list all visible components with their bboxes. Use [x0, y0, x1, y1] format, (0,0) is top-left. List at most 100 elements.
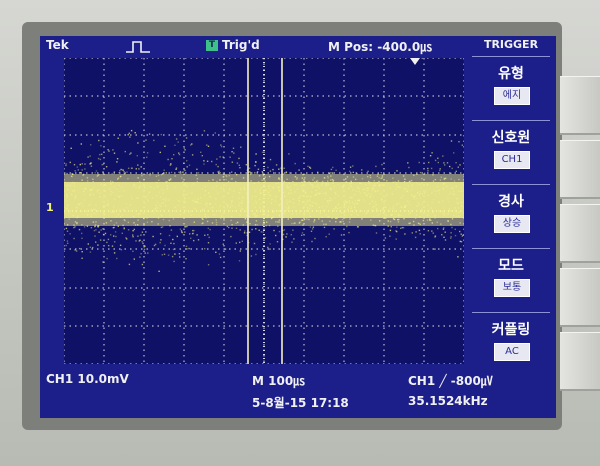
noise-speck: [264, 161, 266, 163]
noise-speck: [348, 231, 350, 234]
noise-speck: [275, 234, 277, 237]
trigger-readout: CH1 ╱ -800㎶: [408, 374, 493, 388]
noise-speck: [239, 229, 241, 231]
noise-speck: [77, 169, 79, 171]
noise-speck: [207, 145, 210, 147]
noise-speck: [325, 236, 327, 238]
noise-speck: [120, 168, 122, 171]
noise-speck: [357, 226, 360, 228]
menu-item-coupling[interactable]: 커플링 AC: [472, 312, 550, 373]
noise-speck: [141, 241, 143, 243]
noise-speck: [407, 162, 409, 164]
noise-speck: [317, 171, 319, 173]
noise-speck: [145, 139, 147, 141]
noise-speck: [332, 166, 334, 169]
noise-speck: [219, 172, 222, 174]
noise-speck: [108, 150, 110, 152]
noise-speck: [288, 153, 290, 155]
noise-speck: [161, 254, 163, 256]
noise-speck: [130, 167, 133, 169]
menu-item-mode[interactable]: 모드 보통: [472, 248, 550, 309]
menu-button-3[interactable]: [560, 204, 600, 263]
menu-button-5[interactable]: [560, 332, 600, 391]
noise-speck: [120, 249, 123, 251]
menu-item-slope[interactable]: 경사 상승: [472, 184, 550, 245]
noise-speck: [126, 171, 128, 173]
noise-speck: [180, 230, 183, 232]
noise-speck: [441, 234, 443, 236]
noise-speck: [309, 226, 312, 228]
noise-speck: [235, 242, 237, 244]
noise-speck: [178, 253, 181, 255]
noise-speck: [98, 231, 100, 233]
noise-speck: [73, 164, 76, 166]
noise-speck: [185, 245, 188, 247]
noise-speck: [262, 231, 264, 233]
menu-button-4[interactable]: [560, 268, 600, 327]
noise-speck: [333, 228, 335, 230]
noise-speck: [65, 244, 67, 247]
noise-speck: [349, 170, 351, 173]
noise-speck: [450, 237, 452, 239]
noise-speck: [309, 167, 312, 169]
noise-speck: [444, 164, 446, 166]
noise-speck: [81, 237, 83, 239]
noise-speck: [158, 270, 160, 272]
noise-speck: [261, 171, 263, 173]
noise-speck: [251, 228, 253, 231]
noise-speck: [76, 166, 78, 168]
noise-speck: [411, 232, 413, 234]
noise-speck: [89, 246, 92, 248]
noise-speck: [427, 170, 429, 172]
noise-speck: [215, 163, 217, 166]
noise-speck: [434, 159, 437, 162]
noise-speck: [254, 172, 256, 174]
menu-button-1[interactable]: [560, 76, 600, 135]
trigger-position-marker: [410, 58, 420, 65]
noise-speck: [122, 169, 124, 171]
noise-speck: [458, 141, 460, 143]
noise-speck: [140, 234, 142, 236]
noise-speck: [257, 168, 260, 170]
noise-speck: [381, 163, 383, 166]
noise-speck: [443, 162, 445, 164]
noise-speck: [117, 137, 119, 139]
noise-speck: [278, 230, 281, 233]
noise-speck: [290, 234, 292, 236]
noise-speck: [375, 165, 377, 168]
noise-speck: [116, 161, 118, 163]
noise-speck: [219, 156, 221, 158]
noise-speck: [102, 261, 104, 263]
noise-speck: [124, 150, 126, 153]
noise-speck: [79, 163, 81, 166]
noise-speck: [128, 132, 130, 134]
noise-speck: [183, 162, 185, 164]
noise-speck: [90, 227, 93, 229]
noise-speck: [102, 233, 105, 236]
noise-speck: [335, 169, 337, 171]
menu-item-source[interactable]: 신호원 CH1: [472, 120, 550, 181]
noise-speck: [113, 171, 116, 173]
noise-speck: [245, 164, 247, 166]
noise-speck: [142, 242, 144, 245]
noise-speck: [215, 251, 217, 253]
noise-speck: [261, 151, 264, 153]
menu-item-type[interactable]: 유형 에지: [472, 56, 550, 117]
noise-speck: [219, 256, 222, 259]
menu-button-2[interactable]: [560, 140, 600, 199]
noise-speck: [424, 172, 426, 174]
noise-speck: [243, 232, 246, 234]
noise-speck: [389, 235, 391, 237]
noise-speck: [127, 167, 130, 169]
noise-speck: [419, 233, 421, 235]
noise-speck: [220, 144, 222, 146]
noise-speck: [460, 241, 463, 243]
noise-speck: [179, 228, 182, 230]
noise-speck: [130, 152, 132, 154]
noise-speck: [451, 167, 453, 170]
noise-speck: [273, 229, 275, 232]
noise-speck: [185, 258, 187, 260]
noise-speck: [311, 240, 313, 243]
menu-side-buttons: [560, 30, 600, 460]
noise-speck: [356, 172, 358, 175]
